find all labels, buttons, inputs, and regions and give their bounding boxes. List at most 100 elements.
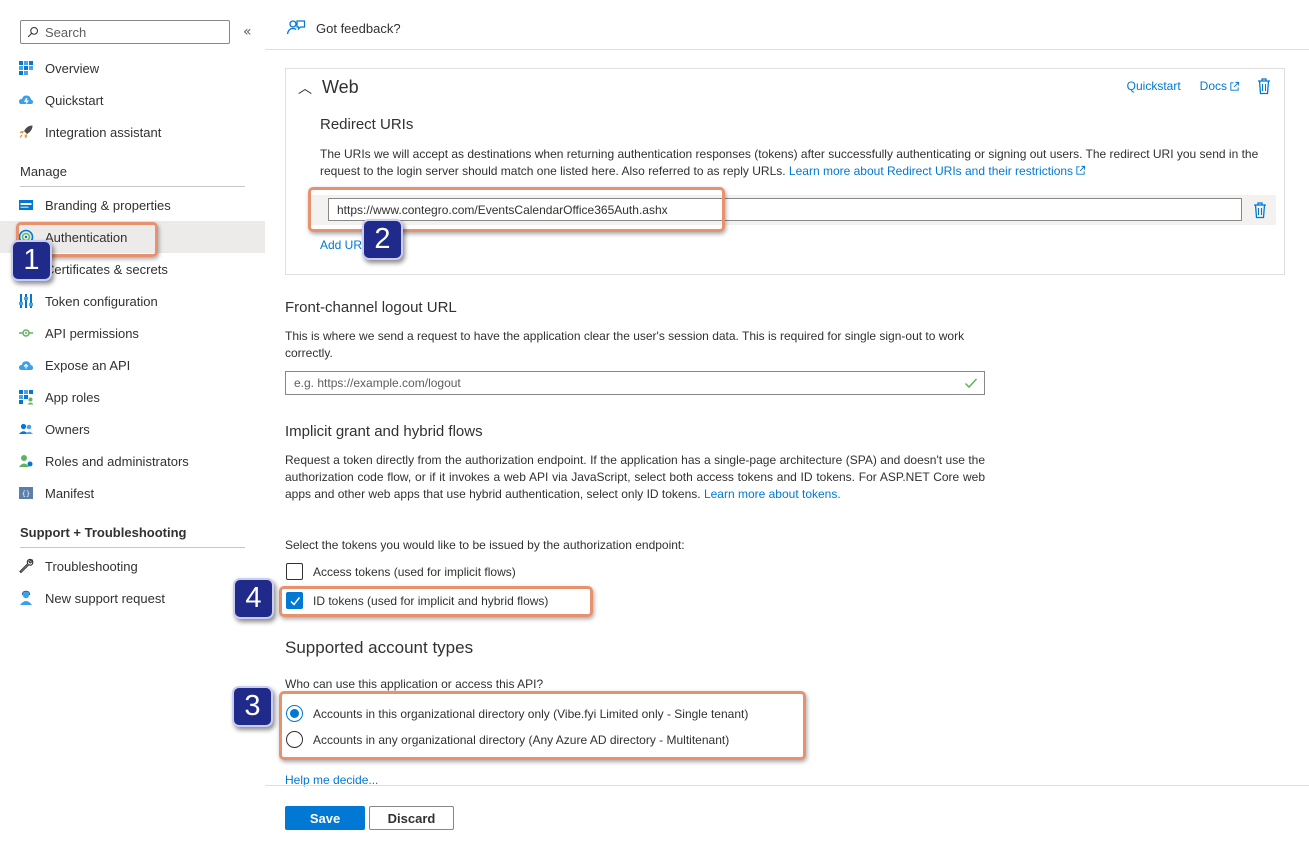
redirect-uri-input[interactable]: [328, 198, 1242, 221]
feedback-button[interactable]: Got feedback?: [286, 18, 401, 38]
delete-platform-trash-icon[interactable]: [1256, 77, 1272, 95]
api-permissions-icon: [18, 325, 34, 341]
footer-divider: [265, 785, 1309, 786]
manifest-icon: {}: [18, 485, 34, 501]
highlight-account-types: [279, 691, 806, 760]
top-divider: [265, 49, 1309, 50]
sidebar-item-overview[interactable]: Overview: [0, 52, 265, 84]
cloud-icon: [18, 357, 34, 373]
sidebar-item-label: Roles and administrators: [45, 453, 189, 469]
support-section-title: Support + Troubleshooting: [20, 525, 187, 540]
sidebar-item-label: Manifest: [45, 485, 95, 501]
delete-uri-trash-icon[interactable]: [1252, 201, 1268, 219]
search-icon: [27, 26, 39, 38]
multitenant-option[interactable]: Accounts in any organizational directory…: [286, 731, 729, 748]
sidebar-item-branding[interactable]: Branding & properties: [0, 189, 265, 221]
annotation-badge-3: 3: [232, 686, 273, 727]
web-section-toggle[interactable]: ︿ Web: [298, 77, 359, 98]
sidebar-item-api-permissions[interactable]: API permissions: [0, 317, 265, 349]
feedback-label: Got feedback?: [316, 20, 401, 36]
account-types-title: Supported account types: [285, 638, 474, 657]
front-channel-description: This is where we send a request to have …: [285, 329, 965, 360]
discard-button[interactable]: Discard: [369, 806, 454, 830]
multitenant-radio[interactable]: [286, 731, 303, 748]
overview-icon: [18, 60, 34, 76]
docs-link[interactable]: Docs: [1200, 79, 1240, 93]
feedback-icon: [286, 20, 306, 35]
sidebar-item-app-roles[interactable]: App roles: [0, 381, 265, 413]
single-tenant-radio[interactable]: [286, 705, 303, 722]
annotation-badge-2: 2: [362, 219, 403, 260]
external-link-icon: [1230, 81, 1240, 91]
roles-icon: [18, 453, 34, 469]
chevron-up-icon: ︿: [298, 80, 312, 97]
save-button[interactable]: Save: [285, 806, 365, 830]
annotation-badge-4: 4: [233, 578, 274, 619]
branding-icon: [18, 197, 34, 213]
annotation-badge-1: 1: [11, 240, 52, 281]
section-divider: [20, 547, 245, 548]
logout-url-input[interactable]: [285, 371, 985, 395]
svg-text:{}: {}: [22, 490, 30, 498]
front-channel-title: Front-channel logout URL: [285, 299, 457, 316]
learn-more-redirect-link[interactable]: Learn more about Redirect URIs and their…: [789, 164, 1086, 178]
access-tokens-checkbox[interactable]: [286, 563, 303, 580]
implicit-grant-title: Implicit grant and hybrid flows: [285, 423, 483, 440]
section-divider: [20, 186, 245, 187]
multitenant-label: Accounts in any organizational directory…: [313, 732, 730, 747]
redirect-uris-description: The URIs we will accept as destinations …: [320, 147, 1259, 178]
collapse-sidebar-button[interactable]: «: [243, 24, 252, 40]
sidebar-item-quickstart[interactable]: Quickstart: [0, 84, 265, 116]
token-icon: [18, 293, 34, 309]
sidebar-item-label: Certificates & secrets: [45, 261, 168, 277]
redirect-uris-title: Redirect URIs: [320, 116, 414, 133]
sidebar-item-label: Quickstart: [45, 92, 104, 108]
quickstart-link[interactable]: Quickstart: [1127, 79, 1181, 93]
access-tokens-label: Access tokens (used for implicit flows): [313, 564, 516, 579]
sidebar: « Overview Quickstart Integration assist…: [0, 0, 265, 848]
sidebar-item-label: Authentication: [45, 229, 128, 245]
account-types-question: Who can use this application or access t…: [285, 677, 544, 691]
external-link-icon: [1076, 165, 1086, 175]
radio-dot: [290, 709, 299, 718]
sidebar-item-label: Token configuration: [45, 293, 158, 309]
search-input[interactable]: [45, 24, 215, 40]
access-tokens-option[interactable]: Access tokens (used for implicit flows): [286, 563, 516, 580]
manage-section-title: Manage: [20, 164, 67, 179]
sidebar-item-token-configuration[interactable]: Token configuration: [0, 285, 265, 317]
sidebar-item-troubleshooting[interactable]: Troubleshooting: [0, 550, 265, 582]
valid-checkmark-icon: [964, 378, 978, 389]
sidebar-item-label: Branding & properties: [45, 197, 171, 213]
sidebar-item-label: Troubleshooting: [45, 558, 138, 574]
web-title: Web: [322, 77, 359, 97]
sidebar-item-owners[interactable]: Owners: [0, 413, 265, 445]
checkmark-icon: [289, 596, 300, 606]
sidebar-item-label: Integration assistant: [45, 124, 162, 140]
sidebar-item-new-support-request[interactable]: New support request: [0, 582, 265, 614]
sidebar-item-label: Overview: [45, 60, 100, 76]
support-person-icon: [18, 590, 34, 606]
sidebar-item-integration-assistant[interactable]: Integration assistant: [0, 116, 265, 148]
sidebar-item-label: Expose an API: [45, 357, 131, 373]
id-tokens-label: ID tokens (used for implicit and hybrid …: [313, 593, 549, 608]
docs-label: Docs: [1199, 79, 1227, 93]
sidebar-item-roles-admins[interactable]: Roles and administrators: [0, 445, 265, 477]
redirect-uri-row: [308, 195, 1276, 225]
sidebar-item-manifest[interactable]: {} Manifest: [0, 477, 265, 509]
sidebar-item-label: App roles: [45, 389, 100, 405]
add-uri-link[interactable]: Add URI: [320, 238, 365, 252]
learn-more-tokens-link[interactable]: Learn more about tokens.: [704, 487, 841, 501]
app-roles-icon: [18, 389, 34, 405]
id-tokens-checkbox[interactable]: [286, 592, 303, 609]
sidebar-search[interactable]: [20, 20, 230, 44]
quickstart-icon: [18, 92, 34, 108]
sidebar-item-label: Owners: [45, 421, 90, 437]
sidebar-item-label: New support request: [45, 590, 165, 606]
sidebar-item-expose-api[interactable]: Expose an API: [0, 349, 265, 381]
single-tenant-option[interactable]: Accounts in this organizational director…: [286, 705, 748, 722]
id-tokens-option[interactable]: ID tokens (used for implicit and hybrid …: [286, 592, 548, 609]
implicit-grant-description: Request a token directly from the author…: [285, 453, 985, 501]
rocket-icon: [18, 124, 34, 140]
token-select-prompt: Select the tokens you would like to be i…: [285, 538, 685, 552]
owners-icon: [18, 421, 34, 437]
